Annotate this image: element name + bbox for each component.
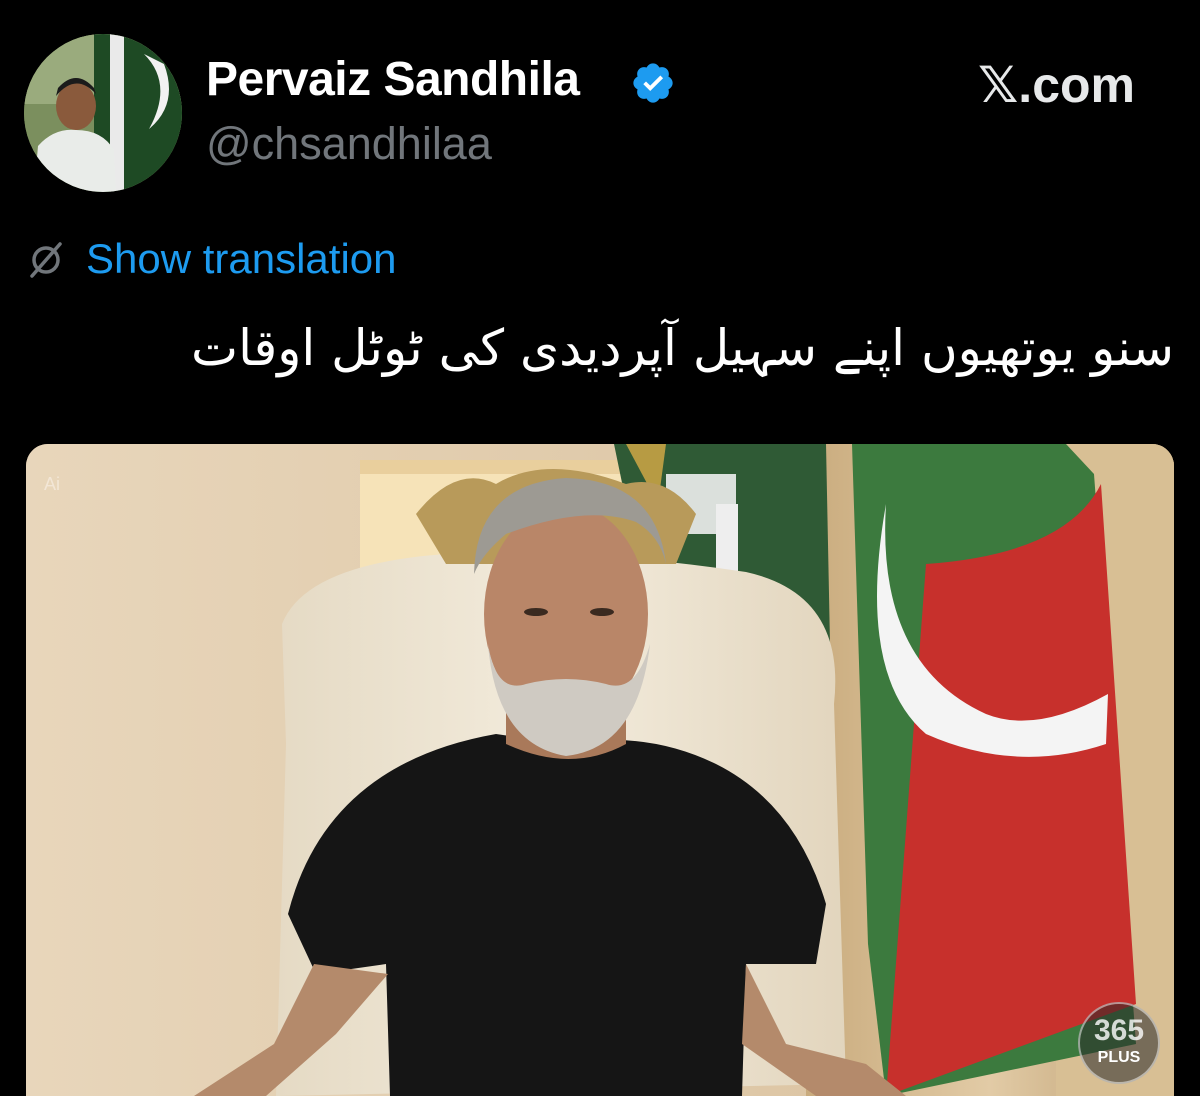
channel-watermark: 365 PLUS: [1078, 1002, 1160, 1084]
verified-badge-icon: [633, 63, 673, 103]
tweet-media-video[interactable]: Ai 365 PLUS: [26, 444, 1174, 1096]
show-translation-link[interactable]: Show translation: [86, 235, 397, 283]
video-frame: [26, 444, 1174, 1096]
author-avatar[interactable]: [24, 34, 182, 192]
watermark-number: 365: [1093, 1014, 1145, 1047]
author-display-name[interactable]: Pervaiz Sandhila: [206, 52, 580, 107]
ai-tag: Ai: [44, 474, 61, 494]
show-translation-row[interactable]: Show translation: [26, 234, 397, 284]
x-com-brand: 𝕏.com: [978, 56, 1135, 114]
globe-slash-icon: [30, 242, 62, 278]
avatar-photo: [24, 34, 182, 192]
x-logo-icon: 𝕏: [978, 56, 1019, 114]
watermark-label: PLUS: [1097, 1049, 1141, 1066]
x-com-site: .com: [1018, 57, 1135, 113]
author-handle[interactable]: @chsandhilaa: [206, 118, 492, 170]
tweet-text: سنو یوتھیوں اپنے سہیل آپردیدی کی ٹوٹل او…: [191, 319, 1174, 377]
